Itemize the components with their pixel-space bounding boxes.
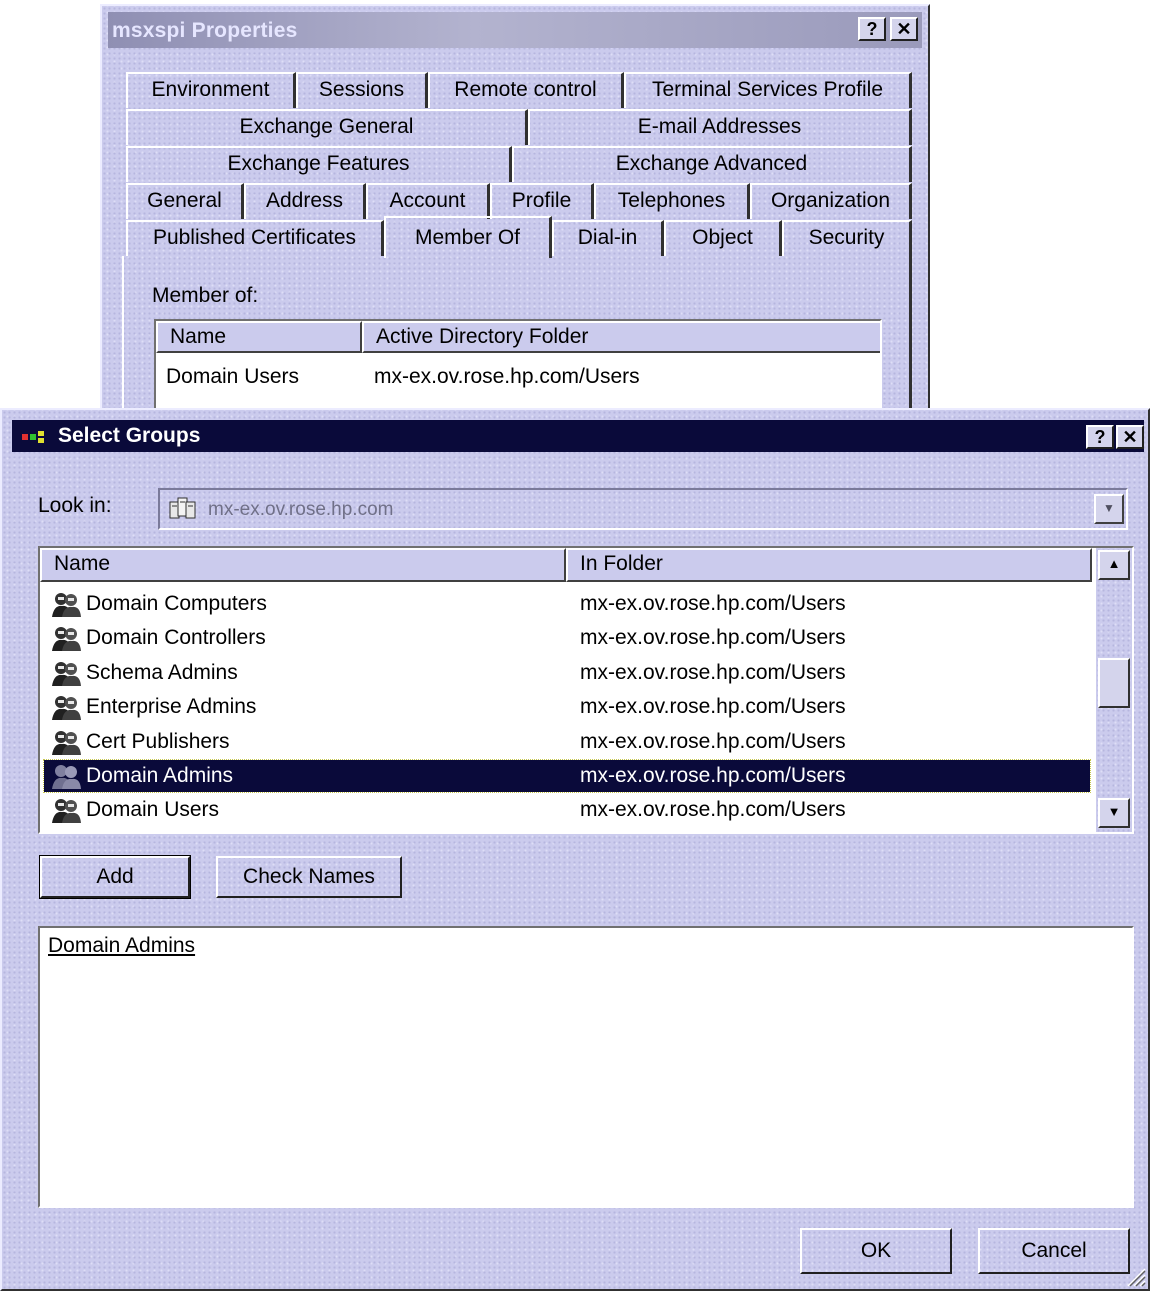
- scroll-thumb[interactable]: [1098, 658, 1130, 708]
- group-icon: [52, 765, 81, 789]
- properties-title: msxspi Properties: [112, 19, 298, 42]
- selected-name[interactable]: Domain Admins: [48, 934, 195, 958]
- group-row[interactable]: Schema Admins mx-ex.ov.rose.hp.com/Users: [44, 657, 1090, 689]
- tab-published-certificates[interactable]: Published Certificates: [126, 220, 384, 256]
- add-button[interactable]: Add: [40, 856, 190, 898]
- tab-telephones[interactable]: Telephones: [594, 183, 750, 219]
- scroll-up-button[interactable]: ▲: [1098, 550, 1130, 580]
- chevron-down-icon[interactable]: ▼: [1094, 494, 1124, 524]
- look-in-value: mx-ex.ov.rose.hp.com: [208, 499, 394, 520]
- member-column-folder[interactable]: Active Directory Folder: [362, 321, 880, 353]
- group-row[interactable]: Cert Publishers mx-ex.ov.rose.hp.com/Use…: [44, 726, 1090, 758]
- tab-email-addresses[interactable]: E-mail Addresses: [528, 109, 912, 145]
- group-folder: mx-ex.ov.rose.hp.com/Users: [580, 764, 846, 787]
- groups-column-name[interactable]: Name: [40, 548, 566, 582]
- tab-sessions[interactable]: Sessions: [296, 72, 428, 108]
- tab-exchange-features[interactable]: Exchange Features: [126, 146, 512, 182]
- group-name: Enterprise Admins: [86, 695, 257, 718]
- properties-titlebar[interactable]: msxspi Properties ? ✕: [108, 12, 922, 48]
- group-icon: [52, 731, 81, 755]
- select-groups-title: Select Groups: [58, 424, 201, 447]
- tab-security[interactable]: Security: [782, 220, 912, 256]
- properties-help-button[interactable]: ?: [858, 17, 886, 41]
- groups-column-folder[interactable]: In Folder: [566, 548, 1092, 582]
- properties-window: msxspi Properties ? ✕ Environment Sessio…: [100, 4, 930, 426]
- groups-scrollbar[interactable]: ▲ ▼: [1096, 548, 1132, 832]
- select-groups-titlebar[interactable]: Select Groups ? ✕: [12, 420, 1144, 452]
- group-icon: [52, 593, 81, 617]
- group-folder: mx-ex.ov.rose.hp.com/Users: [580, 592, 846, 615]
- domain-icon: [169, 497, 196, 519]
- group-folder: mx-ex.ov.rose.hp.com/Users: [580, 730, 846, 753]
- group-row[interactable]: Enterprise Admins mx-ex.ov.rose.hp.com/U…: [44, 691, 1090, 723]
- group-folder: mx-ex.ov.rose.hp.com/Users: [580, 626, 846, 649]
- group-icon: [52, 696, 81, 720]
- group-name: Domain Users: [86, 798, 220, 821]
- properties-close-button[interactable]: ✕: [890, 17, 918, 41]
- group-icon: [52, 662, 81, 686]
- group-icon: [52, 627, 81, 651]
- select-groups-help-button[interactable]: ?: [1086, 425, 1114, 449]
- check-names-button[interactable]: Check Names: [216, 856, 402, 898]
- group-icon: [52, 799, 81, 823]
- ok-button[interactable]: OK: [800, 1228, 952, 1274]
- tab-profile[interactable]: Profile: [490, 183, 594, 219]
- group-row-selected[interactable]: Domain Admins mx-ex.ov.rose.hp.com/Users: [43, 759, 1091, 793]
- tab-environment[interactable]: Environment: [126, 72, 296, 108]
- group-folder: mx-ex.ov.rose.hp.com/Users: [580, 661, 846, 684]
- group-name: Domain Controllers: [86, 626, 266, 649]
- tab-organization[interactable]: Organization: [750, 183, 912, 219]
- group-folder: mx-ex.ov.rose.hp.com/Users: [580, 695, 846, 718]
- group-name: Schema Admins: [86, 661, 238, 684]
- member-row-name[interactable]: Domain Users: [166, 365, 299, 389]
- tab-address[interactable]: Address: [244, 183, 366, 219]
- selected-names-box[interactable]: Domain Admins: [38, 926, 1134, 1208]
- tab-member-of[interactable]: Member Of: [384, 216, 552, 258]
- group-row[interactable]: Domain Controllers mx-ex.ov.rose.hp.com/…: [44, 622, 1090, 654]
- group-name: Domain Admins: [86, 764, 234, 787]
- tab-remote-control[interactable]: Remote control: [428, 72, 624, 108]
- tab-object[interactable]: Object: [664, 220, 782, 256]
- group-row[interactable]: Domain Users mx-ex.ov.rose.hp.com/Users: [44, 794, 1090, 826]
- tab-account[interactable]: Account: [366, 183, 490, 219]
- group-name: Cert Publishers: [86, 730, 230, 753]
- app-icon: [22, 431, 44, 443]
- tab-dial-in[interactable]: Dial-in: [552, 220, 664, 256]
- member-row-folder: mx-ex.ov.rose.hp.com/Users: [374, 365, 640, 388]
- group-folder: mx-ex.ov.rose.hp.com/Users: [580, 798, 846, 821]
- tab-terminal-services-profile[interactable]: Terminal Services Profile: [624, 72, 912, 108]
- tab-exchange-advanced[interactable]: Exchange Advanced: [512, 146, 912, 182]
- member-of-label: Member of:: [152, 284, 259, 307]
- select-groups-dialog: Select Groups ? ✕ Look in: mx-ex.ov.rose…: [0, 408, 1150, 1291]
- tab-general[interactable]: General: [126, 183, 244, 219]
- group-name: Domain Computers: [86, 592, 267, 615]
- groups-list[interactable]: Name In Folder Domain Computers mx-ex.ov…: [38, 546, 1134, 834]
- scroll-down-button[interactable]: ▼: [1098, 798, 1130, 828]
- resize-grip-icon[interactable]: [1124, 1265, 1146, 1287]
- look-in-label: Look in:: [38, 494, 112, 517]
- look-in-dropdown[interactable]: mx-ex.ov.rose.hp.com ▼: [158, 488, 1128, 530]
- member-column-name[interactable]: Name: [156, 321, 362, 353]
- tab-exchange-general[interactable]: Exchange General: [126, 109, 528, 145]
- group-row[interactable]: Domain Computers mx-ex.ov.rose.hp.com/Us…: [44, 588, 1090, 620]
- select-groups-close-button[interactable]: ✕: [1116, 425, 1144, 449]
- cancel-button[interactable]: Cancel: [978, 1228, 1130, 1274]
